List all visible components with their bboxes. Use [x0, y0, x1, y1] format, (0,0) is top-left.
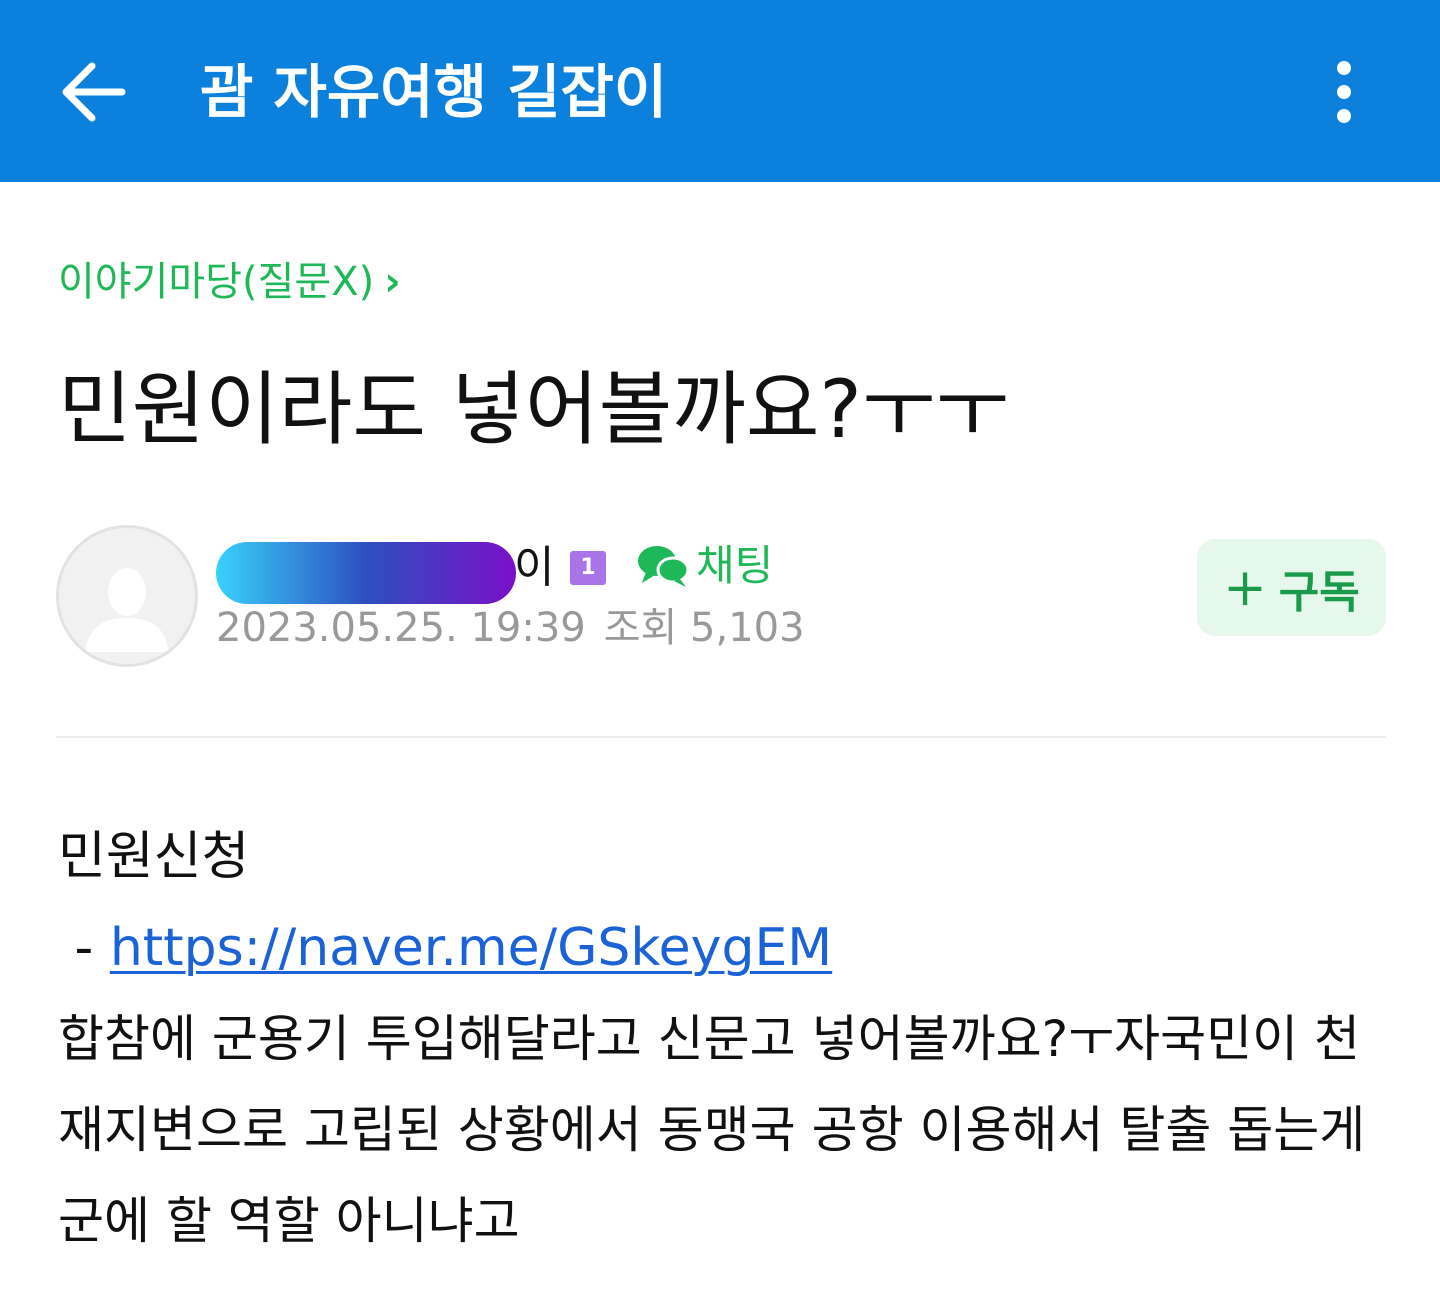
back-arrow-icon — [62, 62, 126, 122]
body-text: 합참에 군용기 투입해달라고 신문고 넣어볼까요?ㅜ자국민이 천재지변으로 고립… — [58, 1010, 1366, 1250]
app-bar: 괌 자유여행 길잡이 — [0, 0, 1440, 182]
body-heading: 민원신청 — [58, 827, 250, 887]
chat-button[interactable]: 채팅 — [636, 536, 773, 596]
author-row: 이 1 채팅 — [216, 536, 836, 604]
member-level-badge: 1 — [570, 551, 606, 585]
subscribe-button[interactable]: + 구독 — [1197, 539, 1386, 636]
author-name-redaction[interactable] — [216, 542, 516, 604]
board-name: 이야기마당(질문X) — [58, 259, 375, 305]
board-breadcrumb[interactable]: 이야기마당(질문X) › — [58, 252, 401, 312]
chevron-right-icon: › — [384, 259, 401, 305]
link-prefix: - — [58, 918, 110, 978]
divider — [56, 736, 1386, 738]
post-body: 민원신청 - https://naver.me/GSkeygEM 합참에 군용기… — [58, 812, 1378, 1267]
subscribe-label: 구독 — [1278, 566, 1360, 618]
post-date: 2023.05.25. 19:39 — [216, 605, 586, 651]
view-count: 조회 5,103 — [603, 605, 805, 651]
back-button[interactable] — [52, 52, 132, 132]
app-title: 괌 자유여행 길잡이 — [200, 58, 668, 126]
plus-icon: + — [1223, 557, 1267, 618]
more-options-button[interactable] — [1306, 52, 1382, 132]
post-title: 민원이라도 넣어볼까요?ㅜㅜ — [58, 363, 1010, 456]
chat-label: 채팅 — [696, 541, 774, 590]
chat-bubbles-icon — [638, 546, 690, 587]
author-avatar[interactable] — [56, 525, 198, 667]
body-link-line: - https://naver.me/GSkeygEM — [58, 903, 1378, 994]
author-name-suffix: 이 — [514, 542, 555, 593]
more-vertical-icon — [1337, 61, 1351, 123]
post-meta: 2023.05.25. 19:39 조회 5,103 — [216, 600, 805, 656]
default-profile-icon — [85, 568, 169, 652]
naver-short-link[interactable]: https://naver.me/GSkeygEM — [110, 918, 832, 978]
